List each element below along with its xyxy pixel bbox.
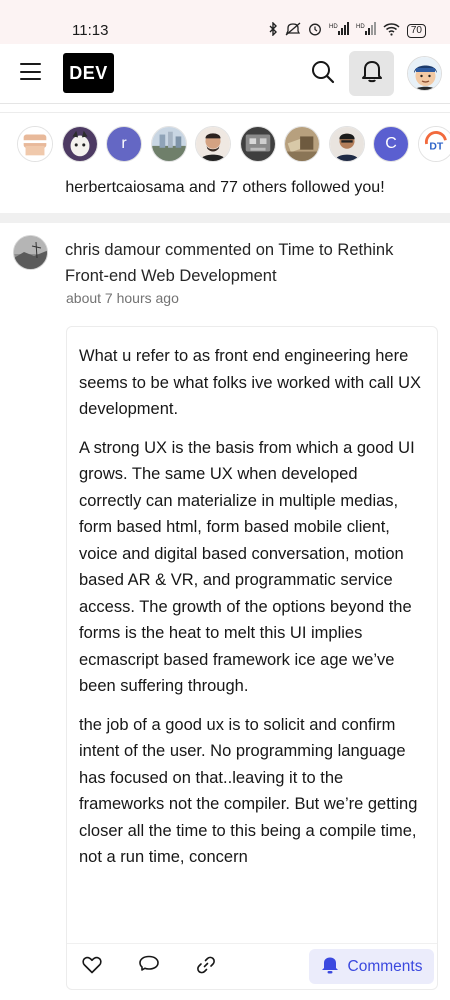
status-icons: HD HD 70 xyxy=(269,21,426,39)
dev-logo[interactable]: DEV xyxy=(63,53,114,93)
mute-icon xyxy=(285,22,301,39)
follower-avatar-letter[interactable]: C xyxy=(373,126,409,162)
comment-paragraph: What u refer to as front end engineering… xyxy=(79,347,422,418)
comment-paragraph: the job of a good ux is to solicit and c… xyxy=(79,715,418,867)
followers-notification[interactable]: r C DT herbertcaiosama and 77 others fol… xyxy=(0,112,450,213)
comment-notification: chris damour commented on Time to Rethin… xyxy=(0,223,450,1000)
follower-avatar-letter[interactable]: r xyxy=(106,126,142,162)
wifi-icon xyxy=(383,22,400,39)
svg-text:HD: HD xyxy=(329,24,338,30)
comment-preview[interactable]: What u refer to as front end engineering… xyxy=(66,326,438,990)
notification-time: about 7 hours ago xyxy=(66,290,179,306)
search-icon xyxy=(311,60,335,89)
status-bar: 11:13 HD HD 70 xyxy=(0,0,450,44)
signal-icon: HD xyxy=(329,22,349,39)
status-time: 11:13 xyxy=(72,22,109,39)
follower-avatar[interactable] xyxy=(195,126,231,162)
heart-icon xyxy=(82,956,102,979)
svg-text:DT: DT xyxy=(429,142,443,153)
follower-avatar[interactable] xyxy=(150,126,187,162)
search-button[interactable] xyxy=(306,57,340,91)
user-avatar[interactable] xyxy=(407,56,442,91)
comment-actions: Comments xyxy=(67,943,437,989)
svg-text:HD: HD xyxy=(356,24,365,30)
comment-paragraph: A strong UX is the basis from which a go… xyxy=(79,438,415,696)
like-button[interactable] xyxy=(81,956,103,978)
copy-link-button[interactable] xyxy=(195,956,217,978)
comments-button-label: Comments xyxy=(347,957,423,975)
follower-avatar[interactable] xyxy=(61,126,98,162)
link-icon xyxy=(196,955,216,980)
follower-avatar[interactable] xyxy=(328,126,365,162)
notifications-button[interactable] xyxy=(349,51,394,96)
follower-avatar[interactable] xyxy=(17,126,53,162)
app-header: DEV xyxy=(0,44,450,104)
commenter-avatar[interactable] xyxy=(13,235,48,270)
bluetooth-icon xyxy=(269,21,278,39)
reply-button[interactable] xyxy=(138,955,160,979)
menu-icon[interactable] xyxy=(20,63,41,81)
bell-icon xyxy=(321,955,339,979)
comments-button[interactable]: Comments xyxy=(309,949,434,984)
section-divider xyxy=(0,213,450,223)
follower-avatar[interactable] xyxy=(284,126,320,162)
follower-avatar[interactable]: DT xyxy=(417,126,450,162)
comment-bubble-icon xyxy=(139,955,159,979)
notification-text: chris damour commented on Time to Rethin… xyxy=(65,237,435,289)
followers-message: herbertcaiosama and 77 others followed y… xyxy=(65,179,385,196)
follower-avatar[interactable] xyxy=(239,126,276,162)
alarm-icon xyxy=(308,22,322,39)
actor-name[interactable]: chris damour xyxy=(65,241,160,259)
bell-icon xyxy=(361,59,383,88)
comment-body: What u refer to as front end engineering… xyxy=(79,343,424,883)
notification-action: commented on xyxy=(164,241,275,259)
battery-indicator: 70 xyxy=(406,23,426,38)
follower-avatars: r C DT xyxy=(17,126,450,164)
signal-icon-2: HD xyxy=(356,22,376,39)
